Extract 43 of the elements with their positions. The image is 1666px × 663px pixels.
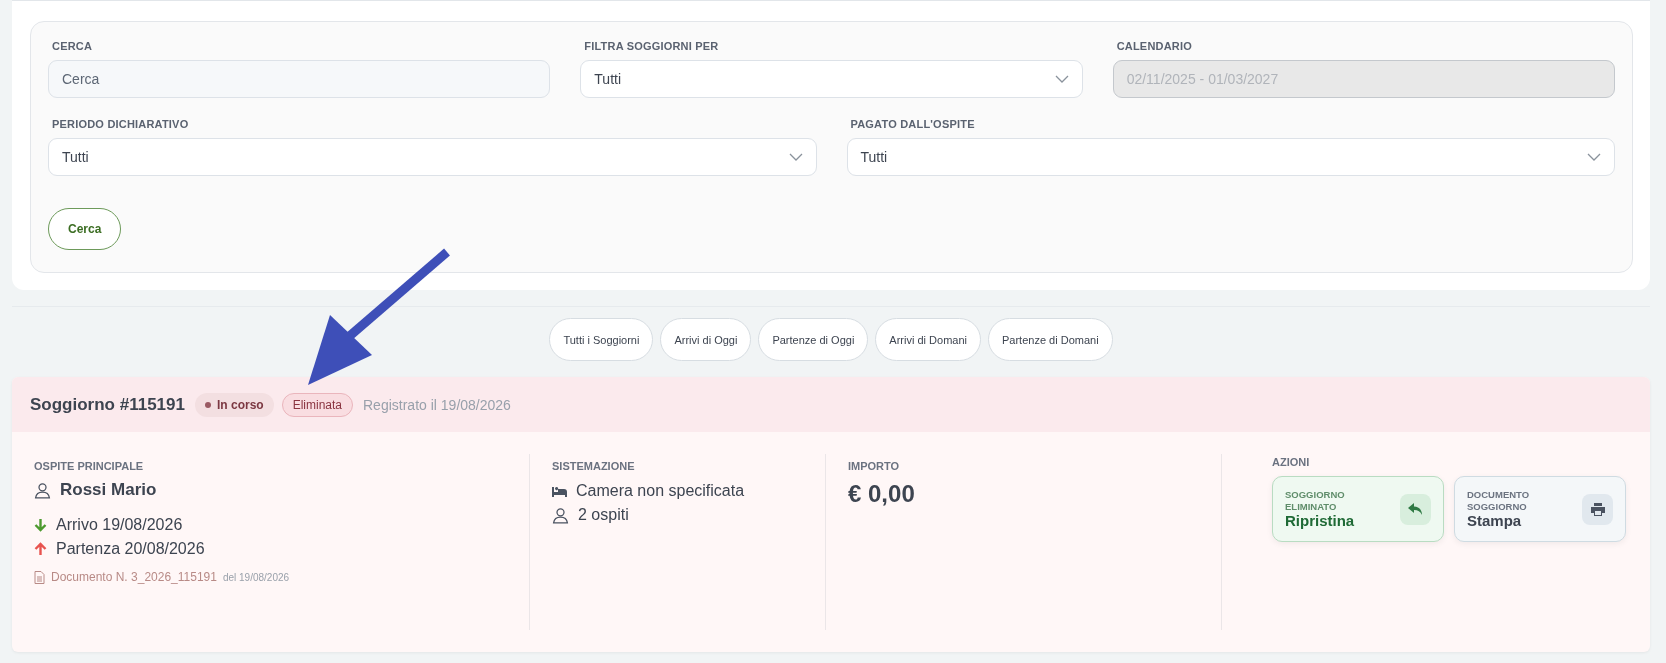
arrival-date: Arrivo 19/08/2026 [56,516,183,534]
search-button[interactable]: Cerca [48,208,122,250]
departure-date: Partenza 20/08/2026 [56,540,205,558]
filter-chip[interactable]: Partenze di Oggi [758,318,869,361]
filter-chip[interactable]: Tutti i Soggiorni [549,318,654,361]
chevron-down-icon [1587,153,1601,161]
person-icon [552,506,569,524]
field-label: CERCA [52,40,94,52]
printer-icon [1590,502,1605,516]
input-field[interactable]: Cerca [48,60,551,98]
guest-count: 2 ospiti [578,506,629,524]
select-field[interactable]: Tutti [846,138,1615,176]
bed-icon [552,485,567,497]
stay-title: Soggiorno #115191 [30,394,185,415]
arrow-down-icon [34,518,47,532]
field-label: FILTRA SOGGIORNI PER [584,40,720,52]
filter-chip[interactable]: Arrivi di Domani [875,318,981,361]
section-label: OSPITE PRINCIPALE [34,460,144,472]
section-label: IMPORTO [848,460,900,472]
registered-date: Registrato il 19/08/2026 [363,396,511,413]
document-icon [34,570,45,584]
filter-chip[interactable]: Partenze di Domani [988,318,1113,361]
chevron-down-icon [788,153,803,161]
print-button[interactable]: DOCUMENTO SOGGIORNO Stampa [1454,476,1626,542]
guest-name: Rossi Mario [60,480,157,500]
field-label: PERIODO DICHIARATIVO [52,118,190,130]
deleted-badge: Eliminata [281,392,353,417]
document-date: del 19/08/2026 [222,571,290,583]
field-label: CALENDARIO [1116,40,1193,52]
arrow-up-icon [34,542,47,556]
amount: € 0,00 [848,480,915,508]
filter-chip[interactable]: Arrivi di Oggi [660,318,752,361]
chevron-down-icon [1054,75,1069,83]
status-badge: In corso [194,392,274,417]
room: Camera non specificata [576,482,745,500]
select-field[interactable]: Tutti [580,60,1083,98]
section-label: AZIONI [1272,456,1310,468]
field-label: PAGATO DALL'OSPITE [850,118,976,130]
section-label: SISTEMAZIONE [552,460,635,472]
undo-icon [1408,502,1423,516]
restore-button[interactable]: SOGGIORNO ELIMINATO Ripristina [1272,476,1444,542]
select-field[interactable]: Tutti [48,138,817,176]
person-icon [34,481,51,499]
